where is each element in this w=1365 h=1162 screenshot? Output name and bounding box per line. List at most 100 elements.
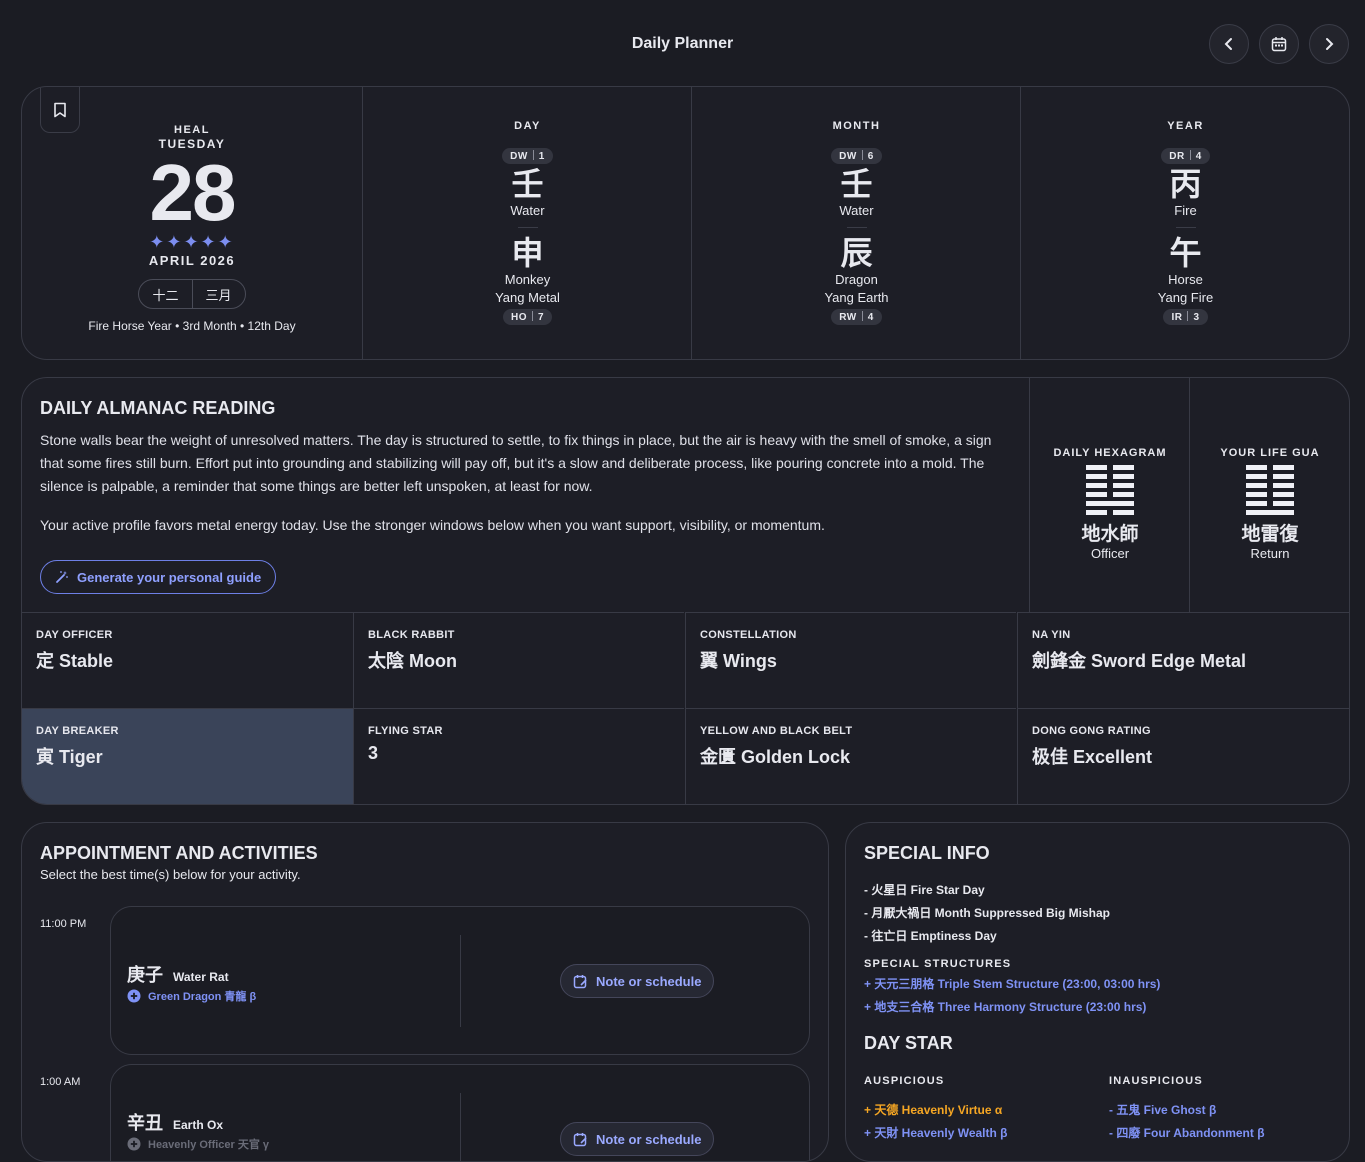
life-gua-name: Return	[1250, 546, 1290, 561]
almanac-grid: DAY OFFICER 定 Stable BLACK RABBIT 太陰 Moo…	[22, 612, 1349, 804]
cell-label: FLYING STAR	[368, 725, 443, 737]
next-day-button[interactable]	[1309, 24, 1349, 64]
heavenly-stem: 壬	[511, 166, 544, 202]
divider	[460, 935, 461, 1027]
slot-chars: 辛丑	[127, 1113, 163, 1133]
cell-value: 3	[368, 743, 379, 763]
divider	[460, 1093, 461, 1161]
branch-animal: Monkey	[504, 272, 551, 287]
pillar-label: DAY	[514, 120, 541, 132]
special-info-list: - 火星日 Fire Star Day - 月厭大禍日 Month Suppre…	[864, 879, 1110, 948]
cell-value: 极佳 Excellent	[1032, 747, 1153, 767]
note-schedule-button[interactable]: Note or schedule	[560, 964, 715, 998]
inauspicious-list: - 五鬼 Five Ghost β - 四廢 Four Abandonment …	[1109, 1099, 1265, 1145]
special-info-item: - 火星日 Fire Star Day	[864, 883, 985, 897]
stem-element: Water	[839, 203, 874, 218]
heavenly-stem: 丙	[1169, 166, 1202, 202]
date-pillars-card: HEAL TUESDAY 28 ✦✦✦✦✦ APRIL 2026 十二 三月 F…	[21, 86, 1350, 360]
cell-label: DAY BREAKER	[36, 725, 119, 737]
magic-wand-icon	[56, 571, 68, 583]
life-gua-chars: 地雷復	[1241, 524, 1299, 545]
lunar-month: 三月	[191, 280, 245, 308]
inauspicious-star: - 四廢 Four Abandonment β	[1109, 1126, 1265, 1140]
divider	[846, 227, 867, 228]
day-star-title: DAY STAR	[864, 1033, 953, 1053]
structure-item: + 地支三合格 Three Harmony Structure (23:00 h…	[864, 1000, 1147, 1014]
divider	[517, 227, 538, 228]
hexagram-label: DAILY HEXAGRAM	[1053, 447, 1167, 459]
date-column: HEAL TUESDAY 28 ✦✦✦✦✦ APRIL 2026 十二 三月 F…	[22, 87, 362, 359]
cell-label: YELLOW AND BLACK BELT	[700, 725, 853, 737]
cell-value: 劍鋒金 Sword Edge Metal	[1032, 651, 1247, 671]
cell-value: 寅 Tiger	[36, 747, 103, 767]
branch-animal: Horse	[1168, 272, 1203, 287]
earthly-branch: 申	[511, 235, 544, 271]
stem-tag: DW 1	[502, 148, 553, 164]
slot-deity: Heavenly Officer 天官 γ	[127, 1136, 269, 1152]
chevron-right-icon	[1326, 38, 1334, 50]
earthly-branch: 午	[1169, 235, 1202, 271]
cell-value: 金匱 Golden Lock	[700, 747, 851, 767]
app-header: Daily Planner	[0, 0, 1365, 88]
special-structures-label: SPECIAL STRUCTURES	[864, 958, 1012, 970]
cell-label: DONG GONG RATING	[1032, 725, 1151, 737]
day-pillar: DAY DW 1 壬 Water 申 Monkey Yang Metal HO 7	[362, 87, 692, 359]
calendar-button[interactable]	[1259, 24, 1299, 64]
almanac-profile-note: Your active profile favors metal energy …	[40, 517, 825, 533]
branch-element: Yang Earth	[824, 290, 889, 305]
page-title: Daily Planner	[631, 35, 734, 52]
cell-label: DAY OFFICER	[36, 629, 113, 641]
slot-name: Water Rat	[173, 970, 229, 984]
black-rabbit-cell: BLACK RABBIT 太陰 Moon	[353, 612, 684, 708]
appointments-title: APPOINTMENT AND ACTIVITIES	[40, 843, 318, 863]
slot-deity: Green Dragon 青龍 β	[127, 988, 256, 1004]
plus-circle-icon	[127, 1137, 141, 1151]
slot-time: 11:00 PM	[40, 918, 87, 930]
special-info-item: - 往亡日 Emptiness Day	[864, 929, 997, 943]
stem-tag: DW 6	[831, 148, 882, 164]
auspicious-star: + 天財 Heavenly Wealth β	[864, 1126, 1008, 1140]
prev-day-button[interactable]	[1209, 24, 1249, 64]
day-number: 28	[149, 148, 237, 237]
generate-guide-button[interactable]: Generate your personal guide	[40, 560, 277, 594]
pillar-label: MONTH	[832, 120, 881, 132]
time-slot[interactable]: 庚子 Water Rat Green Dragon 青龍 β Note or s…	[110, 906, 810, 1055]
note-schedule-button[interactable]: Note or schedule	[560, 1122, 715, 1156]
yellow-black-belt-cell: YELLOW AND BLACK BELT 金匱 Golden Lock	[685, 708, 1016, 804]
hexagram-return-icon	[1246, 465, 1294, 515]
lunar-day: 十二	[152, 287, 179, 303]
cell-value: 定 Stable	[36, 651, 114, 671]
divider	[1175, 227, 1196, 228]
heavenly-stem: 壬	[840, 166, 873, 202]
stem-element: Water	[510, 203, 545, 218]
auspicious-label: AUSPICIOUS	[864, 1075, 945, 1087]
appointments-card: APPOINTMENT AND ACTIVITIES Select the be…	[21, 822, 829, 1162]
special-info-title: SPECIAL INFO	[864, 843, 990, 863]
auspicious-star: + 天德 Heavenly Virtue α	[864, 1103, 1003, 1117]
year-pillar: YEAR DR 4 丙 Fire 午 Horse Yang Fire IR 3	[1020, 87, 1349, 359]
branch-animal: Dragon	[835, 272, 878, 287]
branch-tag: IR 3	[1163, 309, 1208, 325]
stem-tag: DR 4	[1161, 148, 1210, 164]
hexagram-officer-icon	[1086, 465, 1134, 515]
branch-element: Yang Metal	[495, 290, 560, 305]
branch-tag: RW 4	[831, 309, 882, 325]
almanac-card: DAILY ALMANAC READING Stone walls bear t…	[21, 377, 1350, 805]
day-breaker-cell: DAY BREAKER 寅 Tiger	[22, 708, 353, 804]
daily-hexagram: DAILY HEXAGRAM 地水師 Officer	[1029, 378, 1190, 612]
life-gua: YOUR LIFE GUA 地雷復 Return	[1189, 378, 1349, 612]
special-structures-list: + 天元三朋格 Triple Stem Structure (23:00, 03…	[864, 973, 1160, 1019]
cell-value: 翼 Wings	[700, 651, 777, 671]
time-slot[interactable]: 辛丑 Earth Ox Heavenly Officer 天官 γ Note o…	[110, 1064, 810, 1161]
lunar-date-pill: 十二 三月	[138, 279, 246, 309]
constellation-cell: CONSTELLATION 翼 Wings	[685, 612, 1016, 708]
pillar-label: YEAR	[1167, 120, 1204, 132]
special-info-item: - 月厭大禍日 Month Suppressed Big Mishap	[864, 906, 1111, 920]
special-info-card: SPECIAL INFO - 火星日 Fire Star Day - 月厭大禍日…	[845, 822, 1350, 1162]
note-schedule-label: Note or schedule	[596, 973, 702, 989]
branch-element: Yang Fire	[1157, 290, 1214, 305]
slot-chars: 庚子	[127, 965, 163, 985]
cell-label: NA YIN	[1032, 629, 1071, 641]
cell-value: 太陰 Moon	[368, 651, 457, 671]
calendar-icon	[1271, 37, 1287, 52]
